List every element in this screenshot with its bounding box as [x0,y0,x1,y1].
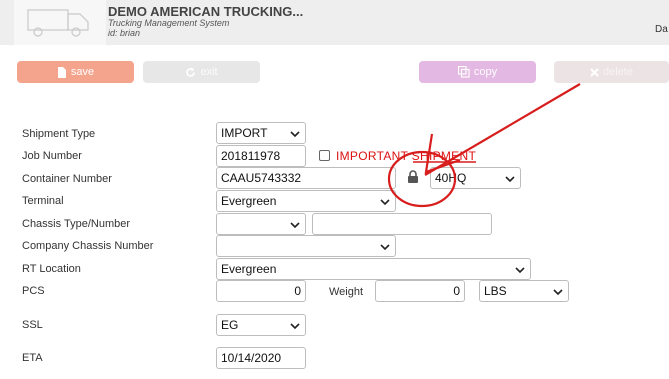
save-button-label: save [70,66,95,78]
pcs-label: PCS [22,285,45,297]
company-chassis-number-label: Company Chassis Number [22,240,154,252]
job-number-input[interactable]: 201811978 [216,145,306,167]
weight-label: Weight [329,286,364,298]
container-number-input[interactable]: CAAU5743332 [216,167,396,189]
chassis-type-number-label: Chassis Type/Number [22,218,131,230]
ssl-select[interactable]: EG [216,314,306,336]
important-shipment-checkbox[interactable] [319,150,330,161]
chevron-down-icon [380,244,390,251]
job-number-value: 201811978 [221,149,281,163]
chevron-down-icon [380,199,390,206]
exit-button[interactable]: exit [143,61,260,83]
terminal-label: Terminal [22,195,64,207]
truck-logo-icon [27,9,89,37]
chevron-down-icon [290,323,300,330]
chevron-down-icon [505,176,515,183]
chassis-number-input[interactable] [312,213,492,235]
container-size-select[interactable]: 40HQ [430,167,521,189]
copy-button[interactable]: copy [419,61,536,83]
save-button[interactable]: save [17,61,134,83]
rt-location-label: RT Location [22,263,81,275]
app-header: DEMO AMERICAN TRUCKING... Trucking Manag… [0,0,669,45]
weight-input[interactable]: 0 [375,280,465,302]
x-icon [590,67,599,77]
rt-location-select[interactable]: Evergreen [216,258,531,280]
chevron-down-icon [515,267,525,274]
ssl-label: SSL [22,319,43,331]
weight-unit-select[interactable]: LBS [479,280,569,302]
copy-icon [457,66,470,78]
file-icon [57,66,66,78]
eta-input[interactable]: 10/14/2020 [216,347,306,369]
company-chassis-number-select[interactable] [216,235,396,257]
container-number-value: CAAU5743332 [221,171,302,185]
terminal-select[interactable]: Evergreen [216,190,396,212]
important-shipment-label[interactable]: IMPORTANT SHIPMENT [336,149,476,163]
header-right-label[interactable]: Da [655,24,668,35]
chassis-type-select[interactable] [216,213,306,235]
delete-button-label: delete [603,66,633,78]
pcs-input[interactable]: 0 [216,280,306,302]
chevron-down-icon [553,289,563,296]
pcs-value: 0 [294,284,301,298]
lock-icon[interactable] [407,170,419,184]
delete-button[interactable]: delete [554,61,669,83]
chevron-down-icon [290,222,300,229]
copy-button-label: copy [473,66,498,78]
refresh-icon [186,67,196,77]
rt-location-value: Evergreen [221,262,277,276]
eta-value: 10/14/2020 [221,351,282,365]
shipment-type-value: IMPORT [221,126,268,140]
company-name: DEMO AMERICAN TRUCKING... [108,4,304,19]
container-number-label: Container Number [22,173,112,185]
container-size-value: 40HQ [435,171,467,185]
shipment-type-select[interactable]: IMPORT [216,122,306,144]
job-number-label: Job Number [22,150,82,162]
eta-label: ETA [22,352,43,364]
user-id: id: brian [108,28,141,38]
terminal-value: Evergreen [221,194,277,208]
shipment-type-label: Shipment Type [22,128,96,140]
weight-unit-value: LBS [484,284,507,298]
app-subtitle: Trucking Management System [108,18,230,28]
company-logo [14,0,106,45]
ssl-value: EG [221,318,239,332]
chevron-down-icon [290,131,300,138]
exit-button-label: exit [200,66,218,78]
weight-value: 0 [453,284,460,298]
